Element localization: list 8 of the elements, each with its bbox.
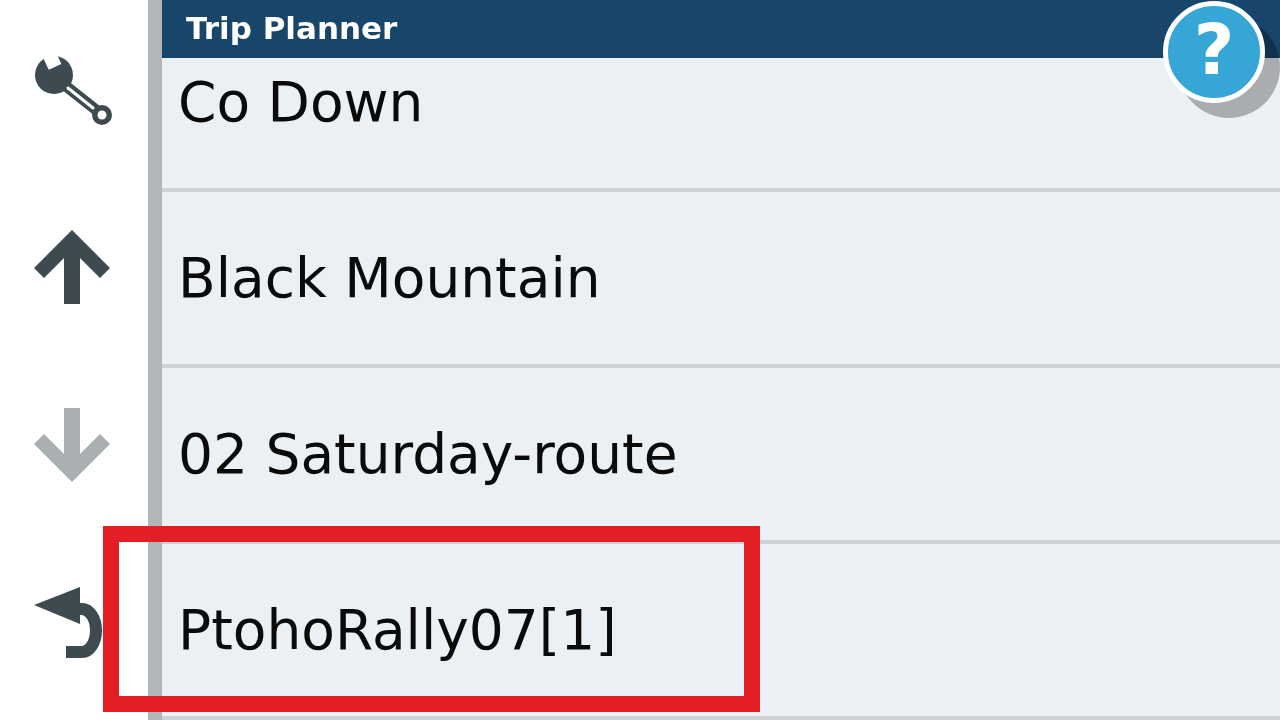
route-name[interactable]: PtohoRally07[1]: [178, 597, 617, 663]
down-arrow-icon: [34, 408, 110, 482]
u-turn-arrow-icon: [34, 587, 102, 659]
route-name[interactable]: 02 Saturday-route: [178, 421, 678, 487]
route-name[interactable]: Co Down: [178, 69, 424, 135]
page-title: Trip Planner: [186, 10, 398, 48]
up-arrow-icon: [34, 230, 110, 304]
route-name[interactable]: Black Mountain: [178, 245, 601, 311]
